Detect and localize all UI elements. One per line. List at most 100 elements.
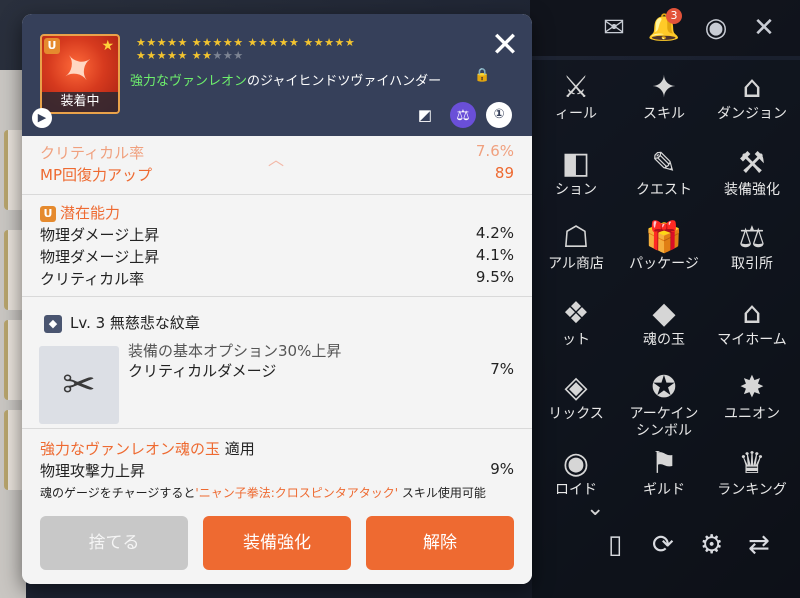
menu-label: スキル (643, 106, 685, 122)
menu-item[interactable]: ❖ ット (532, 292, 620, 366)
stat-label: クリティカルダメージ (128, 362, 277, 380)
menu-label: ロイド (555, 482, 597, 498)
menu-item[interactable]: ◉ ロイド (532, 442, 620, 516)
menu-label: リックス (548, 406, 604, 422)
menu-icon: ⚖ (738, 220, 766, 255)
menu-item[interactable]: ⚒ 装備強化 (708, 142, 796, 216)
menu-item[interactable]: ⚑ ギルド (620, 442, 708, 516)
phone-icon[interactable]: ▯ (608, 530, 622, 560)
menu-item[interactable]: ✸ ユニオン (708, 366, 796, 440)
menu-label: ギルド (643, 482, 685, 498)
stat-label: MP回復力アップ (40, 166, 152, 184)
star-force-rating: ★★★★★ ★★★★★ ★★★★★ ★★★★★ ★★★★★ ★★★★★ (136, 36, 416, 62)
menu-item[interactable]: ♛ ランキング (708, 442, 796, 516)
soul-section: 強力なヴァンレオン魂の玉 適用 物理攻撃力上昇 9% 魂のゲージをチャージすると'… (22, 428, 532, 506)
menu-icon: ✎ (651, 146, 677, 181)
star-icon: ★ (101, 38, 114, 54)
bag-icon[interactable]: ◉ (696, 8, 736, 48)
soul-title: 強力なヴァンレオン魂の玉 適用 (40, 438, 514, 460)
menu-item[interactable]: ⚔ ィール (532, 66, 620, 140)
menu-icon: ◈ (564, 370, 588, 405)
soul-description: 魂のゲージをチャージすると'ニャン子拳法:クロスピンタアタック' スキル使用可能 (40, 484, 514, 506)
base-stats-section: ︿ クリティカル率 7.6% MP回復力アップ 89 (22, 136, 532, 195)
close-button[interactable]: ✕ (488, 28, 522, 62)
main-menu: ⚔ ィール ✦ スキル ⌂ ダンジョン ◧ ション ✎ クエスト ⚒ 装備強化 ☖ アル商店 … (532, 60, 800, 598)
stat-label: 物理ダメージ上昇 (40, 248, 160, 266)
menu-item[interactable]: ⌂ ダンジョン (708, 66, 796, 140)
menu-icon: ⚒ (738, 146, 766, 181)
menu-label: パッケージ (629, 256, 699, 272)
discard-button[interactable]: 捨てる (40, 516, 188, 570)
soul-desc-pre: 魂のゲージをチャージすると (40, 486, 196, 500)
gear-icon[interactable]: ⚙ (700, 530, 723, 560)
stat-value: 4.2% (475, 224, 514, 242)
lock-icon[interactable]: 🔒 (474, 68, 490, 83)
menu-icon: ◉ (562, 446, 590, 481)
stat-row: MP回復力アップ 89 (40, 164, 514, 186)
menu-item[interactable]: ✪ アーケイン シンボル (620, 366, 708, 440)
star-row-empty: ★★★ (212, 49, 244, 62)
menu-item[interactable]: ◈ リックス (532, 366, 620, 440)
menu-item[interactable]: ✎ クエスト (620, 142, 708, 216)
potential-row: 物理ダメージ上昇 4.1% (40, 246, 514, 268)
potential-title: U 潜在能力 (40, 202, 514, 224)
rank-one-icon[interactable]: ① (486, 102, 512, 128)
menu-label: クエスト (636, 182, 692, 198)
enhance-button[interactable]: 装備強化 (203, 516, 351, 570)
menu-label: 取引所 (731, 256, 773, 272)
menu-item[interactable]: ◧ ション (532, 142, 620, 216)
menu-item[interactable]: ✦ スキル (620, 66, 708, 140)
star-row: ★★★★★ ★★ (136, 49, 213, 62)
menu-icon: ⌂ (742, 70, 762, 105)
menu-item[interactable]: 🎁 パッケージ (620, 216, 708, 290)
close-icon[interactable]: ✕ (744, 8, 784, 48)
dialog-header: U ★ ✦ 装着中 ▶ ★★★★★ ★★★★★ ★★★★★ ★★★★★ ★★★★… (22, 14, 532, 136)
menu-label: ション (555, 182, 597, 198)
potential-title-text: 潜在能力 (60, 204, 121, 222)
menu-label: ット (562, 332, 590, 348)
menu-icon: ⌂ (742, 296, 762, 331)
potential-tier-badge: U (40, 206, 56, 222)
menu-label: ユニオン (724, 406, 780, 422)
tier-badge: U (44, 38, 60, 54)
compare-icon[interactable]: ◩ (412, 102, 438, 128)
emblem-image: ✂ (39, 346, 119, 424)
unequip-button[interactable]: 解除 (366, 516, 514, 570)
item-stats-body[interactable]: ︿ クリティカル率 7.6% MP回復力アップ 89 U 潜在能力 物理ダメージ上昇 4… (22, 136, 532, 506)
menu-icon: ❖ (562, 296, 590, 331)
menu-label: ランキング (717, 482, 787, 498)
swap-icon[interactable]: ⇄ (748, 530, 770, 560)
notification-badge: 3 (666, 8, 682, 24)
menu-item[interactable]: ⌂ マイホーム (708, 292, 796, 366)
scale-icon[interactable]: ⚖ (450, 102, 476, 128)
item-icon: U ★ ✦ 装着中 (40, 34, 120, 114)
menu-icon: ⚑ (650, 446, 678, 481)
stat-label: クリティカル率 (40, 270, 145, 288)
star-row: ★★★★★ ★★★★★ ★★★★★ ★★★★★ (136, 36, 356, 49)
menu-icon: ✦ (651, 70, 677, 105)
item-name-rest: のジャイヒンドツヴァイハンダー (247, 74, 442, 89)
stat-label: 物理ダメージ上昇 (40, 226, 160, 244)
menu-icon: 🎁 (645, 220, 683, 255)
refresh-icon[interactable]: ⟳ (652, 530, 674, 560)
menu-label: 装備強化 (724, 182, 780, 198)
top-bar: ✉ 🔔 3 ◉ ✕ (530, 0, 800, 56)
item-detail-dialog: U ★ ✦ 装着中 ▶ ★★★★★ ★★★★★ ★★★★★ ★★★★★ ★★★★… (22, 14, 532, 584)
equipped-label: 装着中 (42, 92, 118, 112)
menu-item[interactable]: ◆ 魂の玉 (620, 292, 708, 366)
soul-applied: 適用 (224, 440, 255, 458)
bell-icon[interactable]: 🔔 3 (644, 8, 684, 48)
emblem-title: ◆ Lv. 3 無慈悲な紋章 (44, 312, 514, 334)
play-icon[interactable]: ▶ (32, 108, 52, 128)
potential-row: 物理ダメージ上昇 4.2% (40, 224, 514, 246)
chevron-down-icon[interactable]: ⌄ (586, 496, 604, 521)
menu-icon: ⚔ (562, 70, 590, 105)
item-name: 強力なヴァンレオンのジャイヒンドツヴァイハンダー (130, 70, 441, 89)
soul-stat-row: 物理攻撃力上昇 9% (40, 460, 514, 482)
stat-value: 7.6% (475, 142, 514, 160)
menu-label: ダンジョン (717, 106, 787, 122)
mail-icon[interactable]: ✉ (594, 8, 634, 48)
menu-item[interactable]: ☖ アル商店 (532, 216, 620, 290)
soul-desc-post: スキル使用可能 (398, 486, 486, 500)
menu-item[interactable]: ⚖ 取引所 (708, 216, 796, 290)
